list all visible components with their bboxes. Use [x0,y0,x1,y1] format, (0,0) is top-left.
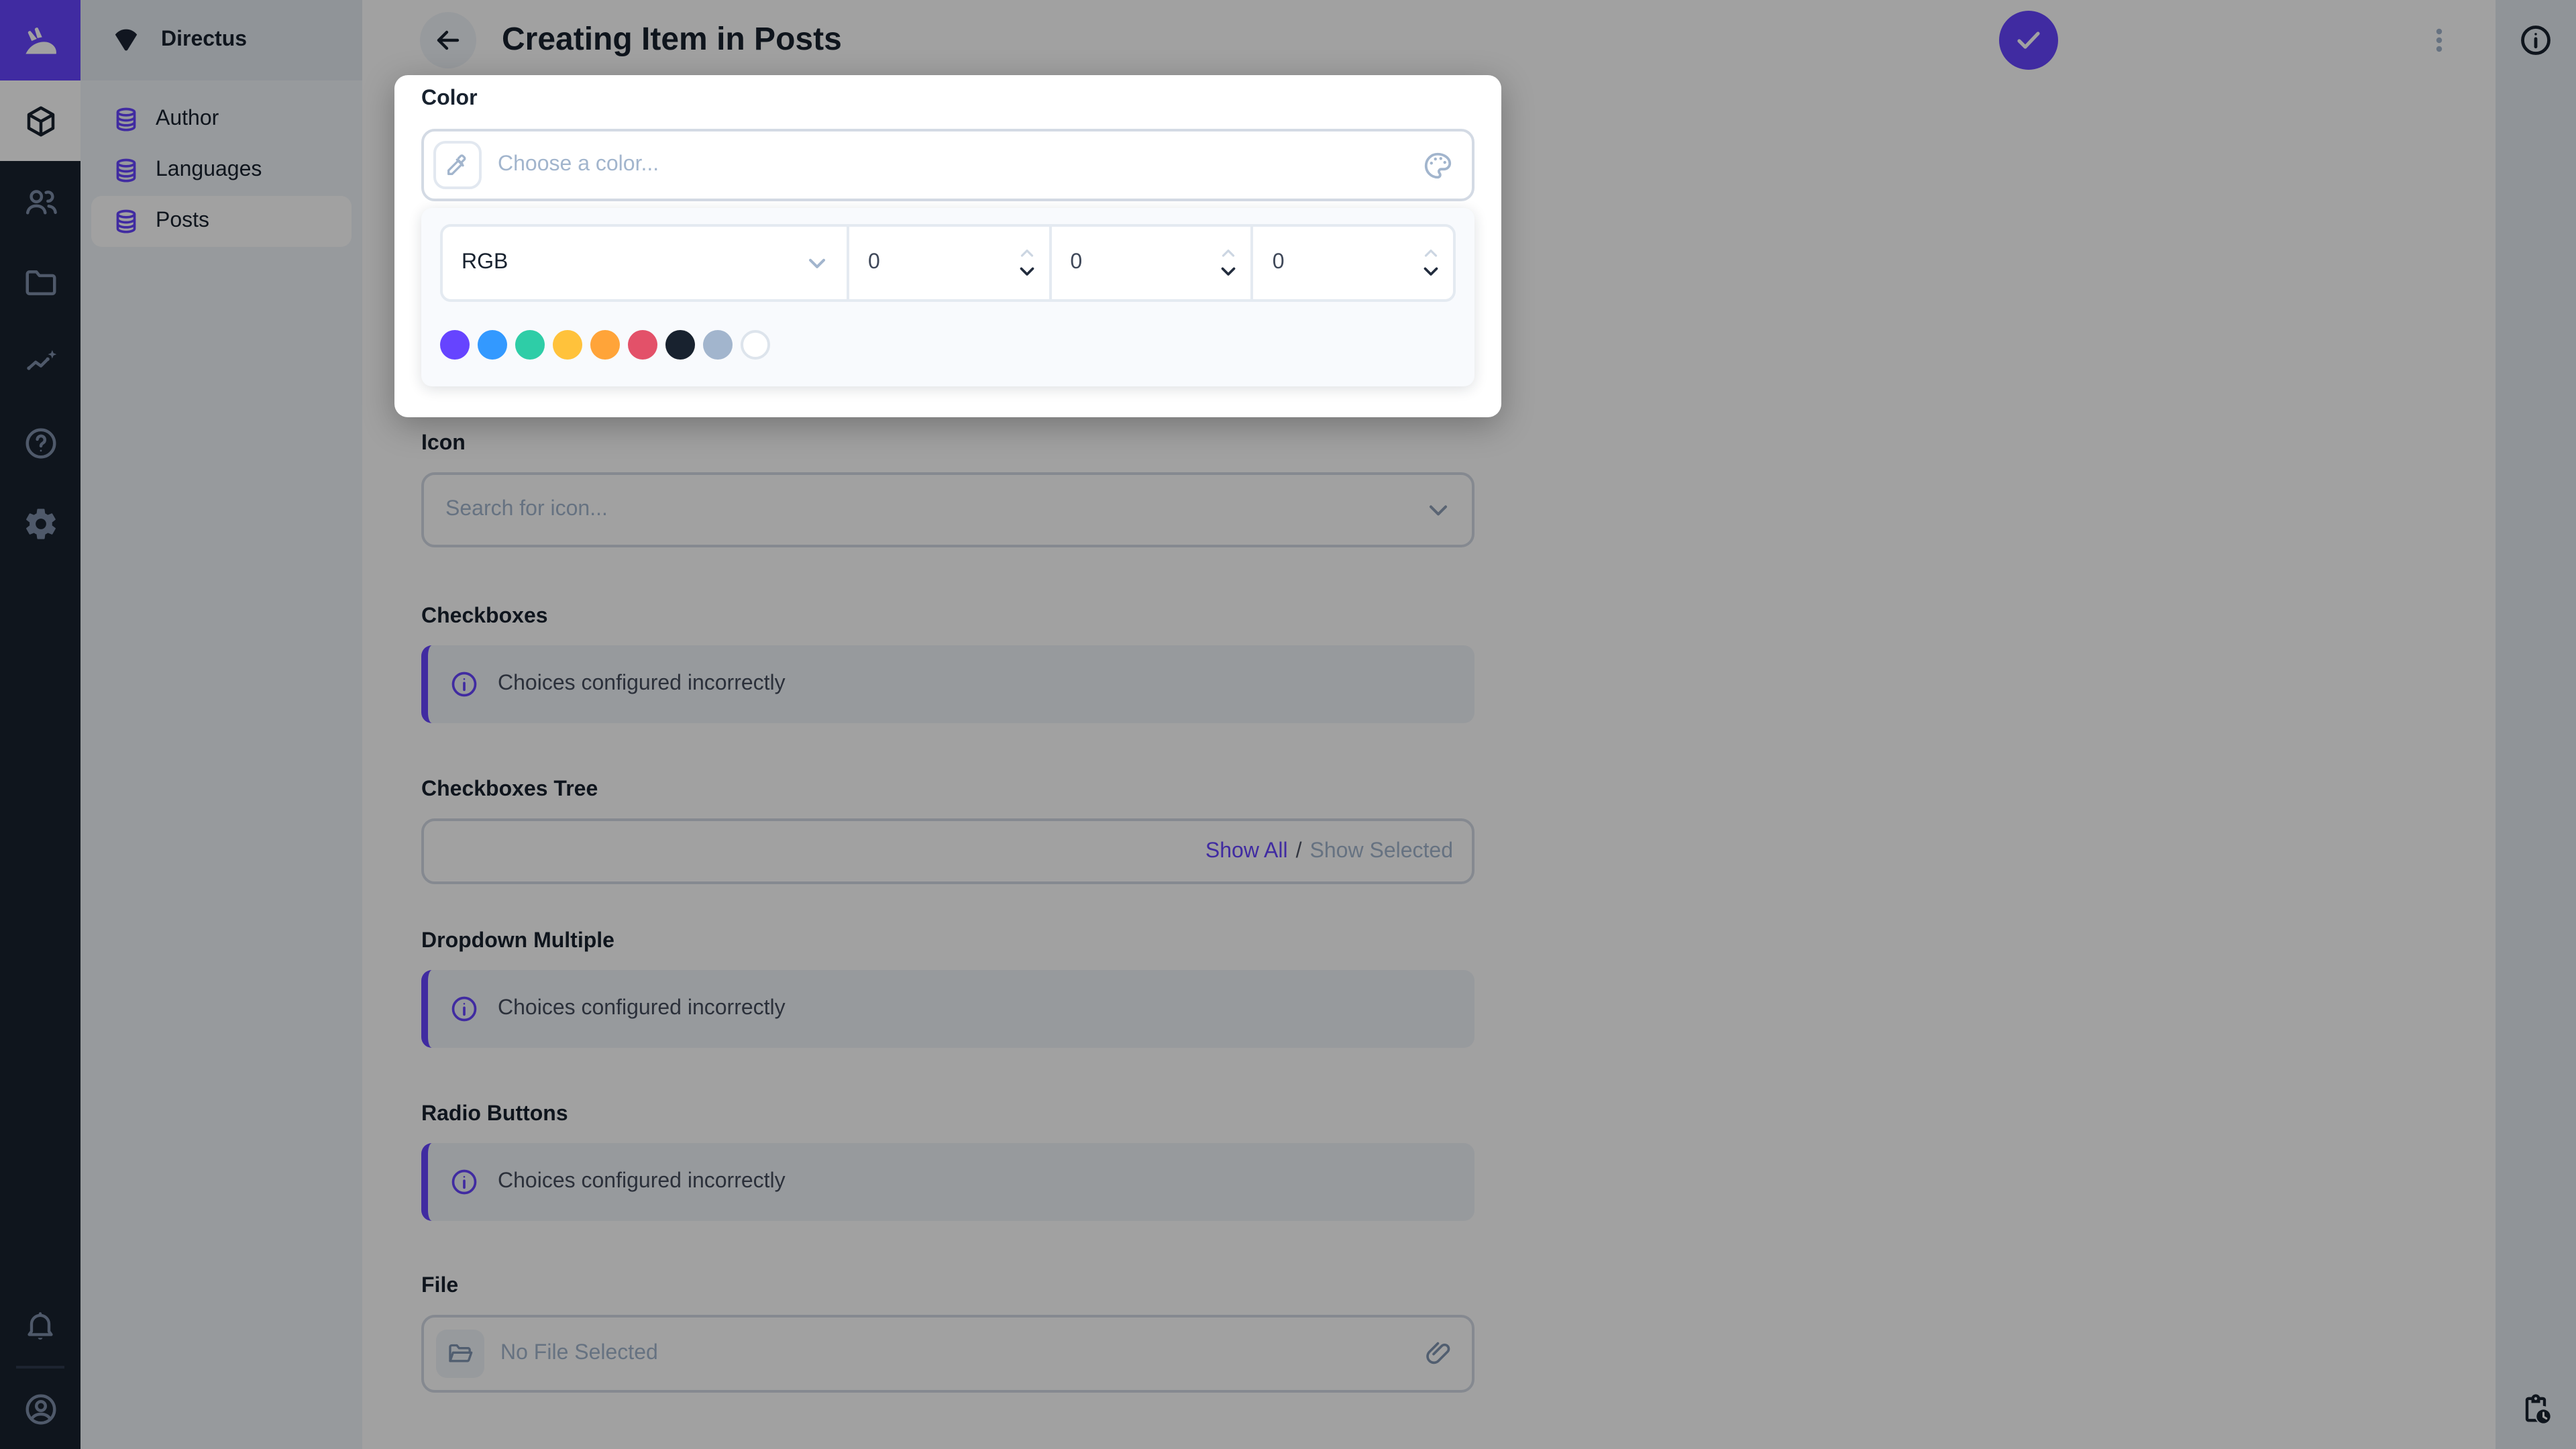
color-mode-select[interactable]: RGB [440,224,849,302]
color-picker-popup: Color RGB [394,75,1501,417]
color-value-field[interactable] [498,153,1422,177]
color-picker-menu: RGB [421,208,1474,386]
color-swatch[interactable] [665,330,695,360]
directus-app: Directus Author Languages Posts Creating… [0,0,2576,1449]
chevron-down-icon[interactable] [1015,260,1038,282]
channel-g-field[interactable] [1070,251,1151,275]
chevron-down-icon[interactable] [1218,260,1240,282]
color-swatch[interactable] [703,330,733,360]
swatch-row [440,330,1456,360]
color-swatch[interactable] [741,330,770,360]
channel-b-field[interactable] [1272,251,1353,275]
color-swatch[interactable] [553,330,582,360]
color-swatch[interactable] [628,330,657,360]
color-mode-value: RGB [462,251,508,274]
color-input[interactable] [421,129,1474,201]
field-label: Color [421,87,478,110]
eyedropper-icon [444,152,471,178]
channel-g-stepper[interactable] [1049,224,1254,302]
palette-icon[interactable] [1422,150,1453,180]
chevron-down-icon[interactable] [1419,260,1442,282]
color-swatch[interactable] [440,330,470,360]
channel-r-stepper[interactable] [847,224,1052,302]
channel-r-field[interactable] [868,251,949,275]
channel-b-stepper[interactable] [1250,224,1456,302]
chevron-down-icon [804,250,830,276]
color-swatch[interactable] [478,330,507,360]
eyedropper-button[interactable] [433,141,482,189]
color-swatch[interactable] [515,330,545,360]
color-swatch[interactable] [590,330,620,360]
